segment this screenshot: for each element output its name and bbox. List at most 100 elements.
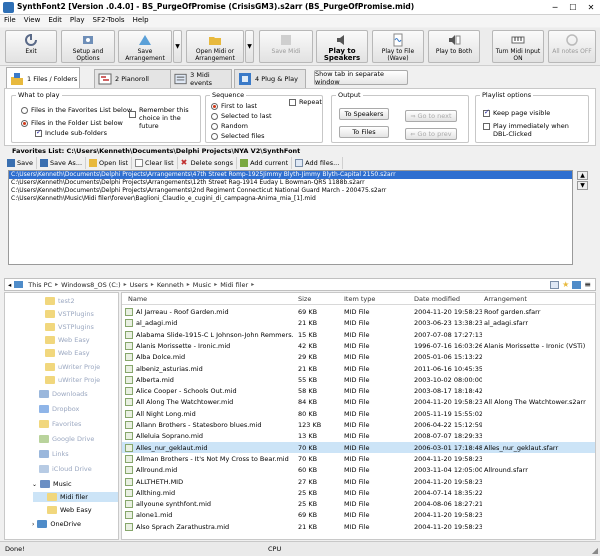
address-users[interactable]: Users [127, 281, 151, 289]
fav-save-button[interactable]: Save [4, 157, 37, 169]
table-row[interactable]: Allman Brothers - It's Not My Cross to B… [122, 453, 595, 464]
table-row[interactable]: al_adagi.mid 21 KB MID File 2003-06-23 13:3… [122, 317, 595, 328]
tree-item[interactable]: Web Easy [45, 348, 90, 358]
views-icon[interactable] [550, 280, 560, 289]
column-arrangement[interactable]: Arrangement [484, 295, 527, 303]
fav-add-current-button[interactable]: Add current [237, 157, 293, 169]
column-size[interactable]: Size [298, 295, 311, 303]
tree-item-midi-filer[interactable]: Midi filer [33, 492, 118, 502]
refresh-icon[interactable] [572, 280, 582, 289]
selected-files-radio[interactable]: Selected files [211, 132, 265, 140]
address-music[interactable]: Music [190, 281, 215, 289]
repeat-checkbox[interactable]: Repeat [289, 98, 322, 106]
to-speakers-button[interactable]: To Speakers [339, 108, 389, 120]
tree-item[interactable]: Web Easy [45, 335, 90, 345]
fav-delete-songs-button[interactable]: ✖ Delete songs [178, 157, 238, 169]
favorite-item[interactable]: C:\Users\Kenneth\Documents\Delphi Projec… [9, 179, 572, 187]
all-notes-off-button[interactable]: All notes OFF [548, 30, 596, 63]
tree-item[interactable]: Favorites [39, 419, 81, 429]
tree-item[interactable]: Google Drive [39, 434, 94, 444]
address-midi-filer[interactable]: Midi filer [217, 281, 251, 289]
favorite-item[interactable]: C:\Users\Kenneth\Documents\Delphi Projec… [9, 187, 572, 195]
view-tools[interactable]: ★ ≡ [550, 280, 595, 289]
tree-item-onedrive[interactable]: › OneDrive [32, 519, 81, 529]
back-icon[interactable]: ◂ [5, 281, 14, 289]
favorite-item[interactable]: C:\Users\Kenneth\Documents\Delphi Projec… [9, 171, 572, 179]
tab-pianoroll[interactable]: 2 Pianoroll [94, 69, 178, 88]
close-icon[interactable]: ✕ [582, 0, 600, 15]
menu-sf2-tools[interactable]: SF2-Tools [89, 15, 129, 27]
tree-item-web-easy[interactable]: Web Easy [47, 505, 92, 515]
play-to-file-button[interactable]: Play to File (Wave) [372, 30, 424, 63]
tree-item-music[interactable]: ⌄ Music [32, 479, 72, 489]
table-row[interactable]: All Along The Watchtower.mid 84 KB MID Fil… [122, 396, 595, 407]
fav-save-as-button[interactable]: Save As... [37, 157, 87, 169]
table-row[interactable]: albeniz_asturias.mid 21 KB MID File 2011-06… [122, 363, 595, 374]
open-midi-dropdown[interactable]: ▼ [245, 30, 254, 63]
table-row[interactable]: Alice Cooper - Schools Out.mid 58 KB MID F… [122, 385, 595, 396]
table-row[interactable]: Alberta.mid 55 KB MID File 2003-10-02 08:00… [122, 374, 595, 385]
column-date-modified[interactable]: Date modified [414, 295, 460, 303]
remember-choice-checkbox[interactable]: Remember this choice in the future [129, 106, 195, 130]
table-row[interactable]: Alabama Slide-1915-C L Johnson-John Remm… [122, 329, 595, 340]
setup-button[interactable]: Setup and Options [61, 30, 115, 63]
tab-plug-play[interactable]: 4 Plug & Play [234, 69, 306, 88]
folder-radio[interactable]: Files in the Folder List below [21, 119, 123, 127]
include-subfolders-checkbox[interactable]: Include sub-folders [35, 128, 107, 137]
menu-view[interactable]: View [20, 15, 45, 27]
table-row[interactable]: Alanis Morissette - Ironic.mid 42 KB MID F… [122, 340, 595, 351]
move-up-icon[interactable]: ▲ [577, 171, 588, 180]
save-midi-button[interactable]: Save Midi [259, 30, 313, 63]
menu-help[interactable]: Help [129, 15, 153, 27]
minimize-icon[interactable]: ─ [546, 0, 564, 15]
column-name[interactable]: Name [128, 295, 147, 303]
menu-icon[interactable]: ≡ [584, 280, 591, 289]
table-row[interactable]: Alba Dolce.mid 29 KB MID File 2005-01-06 15… [122, 351, 595, 362]
table-row[interactable]: allyoune synthfont.mid 25 KB MID File 2004-… [122, 498, 595, 509]
favorite-item[interactable]: C:\Users\Kenneth\Music\Midi filer\foreve… [9, 195, 572, 203]
table-row[interactable]: Al Jarreau - Roof Garden.mid 69 KB MID Fil… [122, 306, 595, 317]
table-row[interactable]: Alles_nur_geklaut.mid 70 KB MID File 2006-0… [122, 441, 595, 453]
table-row[interactable]: Alleluia Soprano.mid 13 KB MID File 2008-07… [122, 430, 595, 441]
column-item-type[interactable]: Item type [344, 295, 375, 303]
play-immediately-checkbox[interactable]: Play immediately when DBL-Clicked [483, 122, 583, 138]
keep-page-visible-checkbox[interactable]: Keep page visible [483, 108, 550, 117]
chevron-down-icon[interactable]: ⌄ [32, 481, 37, 488]
go-to-next-button[interactable]: ⇒ Go to next [405, 110, 457, 122]
tree-item[interactable]: Links [39, 449, 69, 459]
menu-edit[interactable]: Edit [44, 15, 66, 27]
tree-item[interactable]: VSTPlugins [45, 309, 94, 319]
resize-grip-icon[interactable]: ◢ [592, 546, 598, 555]
address-bar[interactable]: ◂ This PC ▸ Windows8_OS (C:) ▸ Users ▸ Kenn… [4, 278, 596, 291]
tree-item[interactable]: uWriter Proje [45, 362, 100, 372]
show-separate-window-button[interactable]: Show tab in separate window [314, 70, 408, 86]
play-to-both-button[interactable]: Play to Both [428, 30, 480, 63]
favorites-radio[interactable]: Files in the Favorites List below [21, 106, 132, 114]
table-row[interactable]: Allthing.mid 25 KB MID File 2004-07-14 18:3… [122, 487, 595, 498]
play-to-speakers-button[interactable]: Play to Speakers [316, 30, 368, 63]
table-row[interactable]: Allround.mid 60 KB MID File 2003-11-04 12:0… [122, 464, 595, 475]
save-arrangement-dropdown[interactable]: ▼ [173, 30, 182, 63]
turn-midi-input-button[interactable]: Turn Midi Input ON [492, 30, 544, 63]
menu-play[interactable]: Play [66, 15, 89, 27]
tab-files-folders[interactable]: 1 Files / Folders [6, 67, 80, 89]
table-row[interactable]: alone1.mid 69 KB MID File 2004-11-20 19:58:… [122, 509, 595, 520]
random-radio[interactable]: Random [211, 122, 248, 130]
address-this-pc[interactable]: This PC [25, 281, 55, 289]
to-files-button[interactable]: To Files [339, 126, 389, 138]
tree-item[interactable]: iCloud Drive [39, 464, 92, 474]
tree-item[interactable]: test2 [45, 296, 75, 306]
tree-item[interactable]: Dropbox [39, 404, 79, 414]
first-to-last-radio[interactable]: First to last [211, 102, 257, 110]
favorites-list[interactable]: C:\Users\Kenneth\Documents\Delphi Projec… [8, 170, 573, 265]
table-row[interactable]: ALLTHETH.MID 27 KB MID File 2004-11-20 19:5… [122, 476, 595, 487]
tree-item[interactable]: Downloads [39, 389, 88, 399]
table-row[interactable]: Allann Brothers - Statesboro blues.mid 12… [122, 419, 595, 430]
fav-open-list-button[interactable]: Open list [86, 157, 133, 169]
table-row[interactable]: All Night Long.mid 80 KB MID File 2005-11-1… [122, 408, 595, 419]
maximize-icon[interactable]: ☐ [564, 0, 582, 15]
address-kenneth[interactable]: Kenneth [154, 281, 187, 289]
tab-midi-events[interactable]: 3 Midi events [170, 69, 232, 88]
address-drive[interactable]: Windows8_OS (C:) [58, 281, 124, 289]
move-down-icon[interactable]: ▼ [577, 181, 588, 190]
